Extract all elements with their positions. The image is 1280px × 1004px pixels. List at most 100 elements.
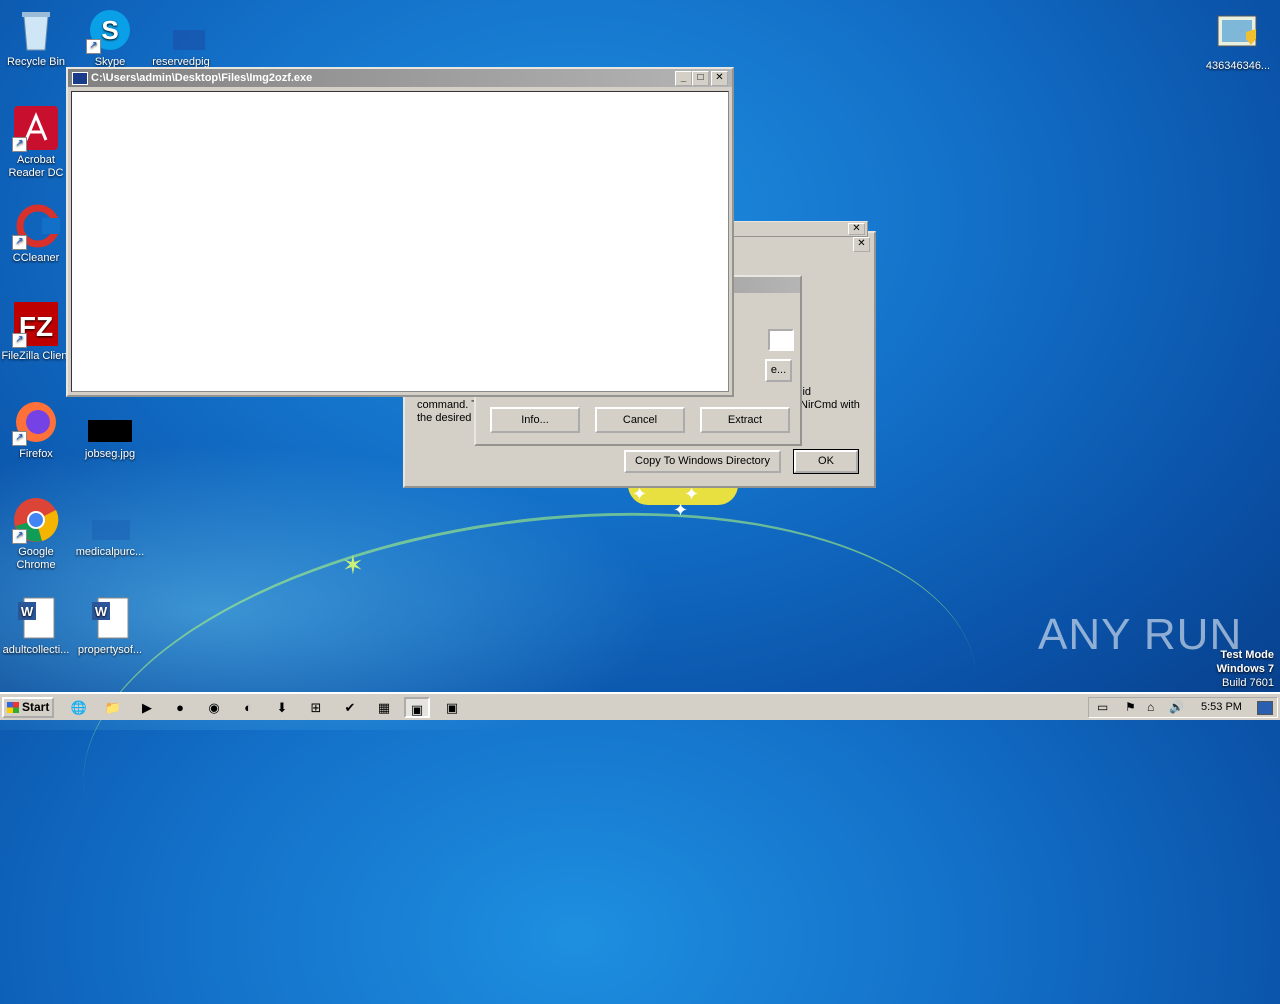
app-icon xyxy=(72,71,88,85)
dialog-text-line: command. T xyxy=(417,399,478,411)
dialog-text-line: NirCmd with xyxy=(800,399,860,411)
flag-icon[interactable]: ⚑ xyxy=(1125,700,1136,714)
shortcut-arrow-icon: ↗ xyxy=(12,529,27,544)
main-window[interactable]: C:\Users\admin\Desktop\Files\Img2ozf.exe… xyxy=(66,67,734,397)
clock[interactable]: 5:53 PM xyxy=(1201,701,1242,713)
dialog-text-line: the desired c xyxy=(417,412,480,424)
monitor-shield-icon xyxy=(1214,10,1262,58)
shortcut-arrow-icon: ↗ xyxy=(12,431,27,446)
checklist-icon[interactable]: ✔ xyxy=(337,697,363,718)
wallpaper-star: ✶ xyxy=(342,550,364,580)
desktop-icon-label: Acrobat Reader DC xyxy=(8,154,64,179)
windows-logo-icon xyxy=(7,702,19,713)
copy-to-windows-directory-button[interactable]: Copy To Windows Directory xyxy=(624,450,781,473)
shortcut-arrow-icon: ↗ xyxy=(86,39,101,54)
shortcut-arrow-icon: ↗ xyxy=(12,235,27,250)
show-desktop-icon[interactable]: ▭ xyxy=(1097,700,1108,714)
system-tray: ▭ ⚑ ⌂ 🔊 5:53 PM xyxy=(1088,697,1278,718)
minimize-icon[interactable]: _ xyxy=(675,71,692,86)
desktop-icon-propertysoft[interactable]: W propertysof... xyxy=(74,594,146,657)
desktop-icon-acrobat[interactable]: ↗ Acrobat Reader DC xyxy=(0,104,72,180)
desktop-icon-label: Google Chrome xyxy=(16,546,56,571)
desktop-icon-medicalpurc[interactable]: medicalpurc... xyxy=(74,496,146,559)
desktop-icon-label: Firefox xyxy=(19,448,53,460)
network-icon[interactable]: ⊞ xyxy=(303,697,329,718)
skype-icon: S ↗ xyxy=(86,6,134,54)
info-button[interactable]: Info... xyxy=(490,407,580,433)
background-window-fragment: ✕ xyxy=(732,221,868,237)
browse-button[interactable]: e... xyxy=(765,359,792,382)
taskbar: Start 🌐 📁 ▶ ● ◉ ◐ ⬇ ⊞ ✔ ▦ ▣ ▣ ▭ ⚑ ⌂ 🔊 5:… xyxy=(0,692,1280,720)
test-mode-watermark: Test Mode Windows 7 Build 7601 xyxy=(1217,648,1274,690)
path-input[interactable] xyxy=(768,329,794,351)
cancel-button[interactable]: Cancel xyxy=(595,407,685,433)
desktop-icon-firefox[interactable]: ↗ Firefox xyxy=(0,398,72,461)
acrobat-icon: ↗ xyxy=(12,104,60,152)
desktop-icon-label: FileZilla Client xyxy=(1,350,71,362)
desktop-icon-filezilla[interactable]: FZ ↗ FileZilla Client xyxy=(0,300,72,363)
firefox-icon: ↗ xyxy=(12,398,60,446)
shortcut-arrow-icon: ↗ xyxy=(12,333,27,348)
task-window-icon[interactable]: ▣ xyxy=(404,697,430,718)
download-icon[interactable]: ⬇ xyxy=(269,697,295,718)
desktop-icon-label: CCleaner xyxy=(12,252,60,264)
window-content xyxy=(71,91,729,392)
network-tray-icon[interactable]: ⌂ xyxy=(1147,700,1154,714)
chrome-icon[interactable]: ● xyxy=(167,697,193,718)
dialog-text-line: lid xyxy=(800,386,812,398)
dialog-text-right: lid NirCmd with xyxy=(800,386,860,412)
wallpaper-star: ✦ xyxy=(673,500,689,520)
task-window-icon[interactable]: ▣ xyxy=(439,697,465,718)
edge-icon[interactable]: ◉ xyxy=(201,697,227,718)
close-icon[interactable]: ✕ xyxy=(853,237,870,252)
desktop-icon-recycle-bin[interactable]: Recycle Bin xyxy=(0,6,72,69)
media-player-icon[interactable]: ▶ xyxy=(134,697,160,718)
desktop-icon-label: medicalpurc... xyxy=(75,546,145,558)
anyrun-watermark: ANY RUN xyxy=(1038,610,1243,659)
main-window-titlebar: C:\Users\admin\Desktop\Files\Img2ozf.exe… xyxy=(68,69,732,87)
image-file-icon xyxy=(86,398,134,446)
desktop-icon-label: adultcollecti... xyxy=(2,644,70,656)
explorer-icon[interactable]: 📁 xyxy=(100,697,126,718)
start-button[interactable]: Start xyxy=(2,697,54,718)
build-label: Build 7601 xyxy=(1222,677,1274,689)
firefox-icon[interactable]: ◐ xyxy=(235,697,261,718)
desktop-icon-reservedpig[interactable]: reservedpig xyxy=(145,6,219,69)
os-label: Windows 7 xyxy=(1216,663,1274,675)
desktop-icon-jobseg[interactable]: jobseg.jpg xyxy=(74,398,146,461)
desktop-icon-ccleaner[interactable]: ↗ CCleaner xyxy=(0,202,72,265)
desktop-icon-adultcollecti[interactable]: W adultcollecti... xyxy=(0,594,72,657)
svg-text:W: W xyxy=(95,604,108,619)
chrome-icon: ↗ xyxy=(12,496,60,544)
word-document-icon: W xyxy=(86,594,134,642)
volume-icon[interactable]: 🔊 xyxy=(1169,700,1184,714)
calculator-icon[interactable]: ▦ xyxy=(371,697,397,718)
filezilla-icon: FZ ↗ xyxy=(12,300,60,348)
ok-button[interactable]: OK xyxy=(793,449,859,474)
desktop-icon-label: 436346346... xyxy=(1205,60,1271,72)
desktop-icon-top-right[interactable]: 436346346... xyxy=(1198,10,1278,73)
close-icon[interactable]: ✕ xyxy=(848,223,865,235)
recycle-bin-icon xyxy=(12,6,60,54)
window-title: C:\Users\admin\Desktop\Files\Img2ozf.exe xyxy=(91,72,313,84)
word-document-icon: W xyxy=(12,594,60,642)
file-icon xyxy=(86,496,134,544)
desktop-icon-label: propertysof... xyxy=(77,644,143,656)
file-icon xyxy=(157,6,219,54)
desktop-icon-label: Recycle Bin xyxy=(6,56,66,68)
extract-button[interactable]: Extract xyxy=(700,407,790,433)
svg-text:W: W xyxy=(21,604,34,619)
test-mode-label: Test Mode xyxy=(1220,649,1274,661)
close-icon[interactable]: ✕ xyxy=(711,71,728,86)
start-label: Start xyxy=(22,700,50,714)
desktop-icon-skype[interactable]: S ↗ Skype xyxy=(74,6,146,69)
desktop-icon-chrome[interactable]: ↗ Google Chrome xyxy=(0,496,72,572)
dialog-text: command. T the desired c xyxy=(417,399,480,425)
action-center-icon[interactable] xyxy=(1257,701,1273,715)
ccleaner-icon: ↗ xyxy=(12,202,62,250)
desktop-icon-label: jobseg.jpg xyxy=(84,448,136,460)
shortcut-arrow-icon: ↗ xyxy=(12,137,27,152)
svg-text:S: S xyxy=(101,15,118,45)
ie-icon[interactable]: 🌐 xyxy=(66,697,92,718)
maximize-icon[interactable]: □ xyxy=(692,71,709,86)
